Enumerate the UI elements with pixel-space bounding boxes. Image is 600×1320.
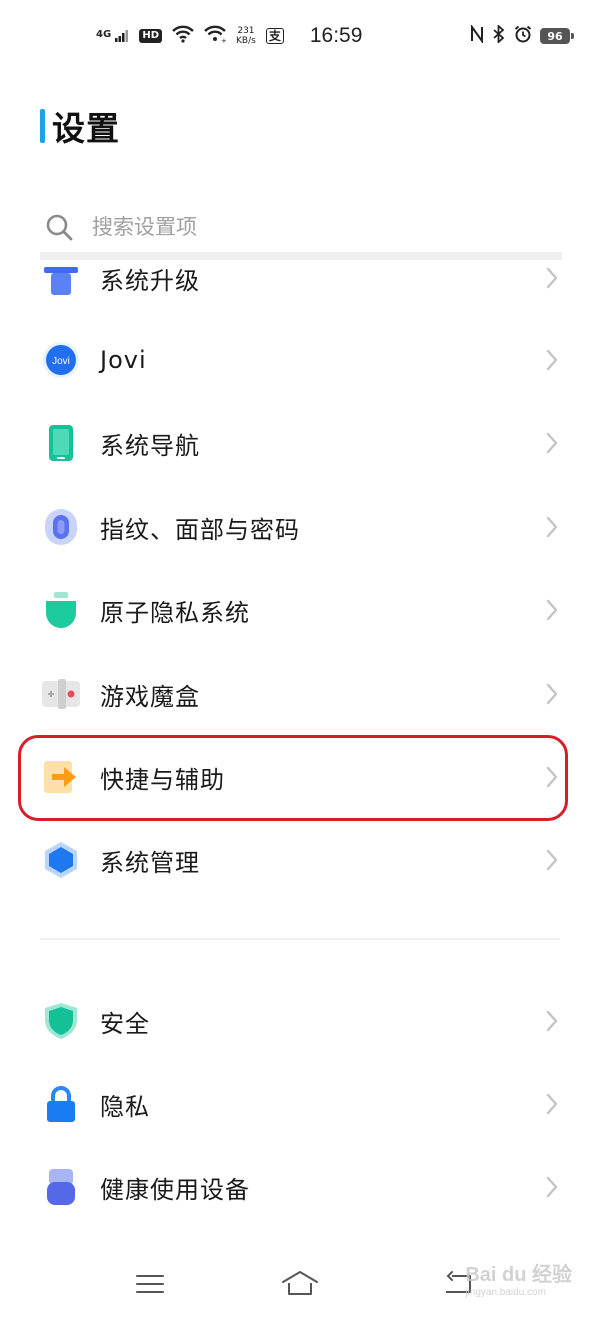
status-left: 4G HD + 231 KB/s 支 16:59: [96, 22, 362, 50]
privacy-lock-icon: [47, 1086, 75, 1122]
game-box-icon: [42, 679, 80, 709]
chevron-right-icon: [546, 599, 558, 621]
chevron-right-icon: [546, 1010, 558, 1032]
jovi-icon: Jovi: [43, 342, 79, 378]
status-bar: 4G HD + 231 KB/s 支 16:59 96: [0, 0, 600, 72]
list-item-label: 指纹、面部与密码: [100, 515, 300, 544]
wifi-icon: +: [204, 25, 227, 47]
healthy-usage-icon: [47, 1169, 75, 1205]
network-type: 4G: [96, 29, 112, 40]
list-item-label: 游戏魔盒: [100, 682, 200, 711]
title-bar: 设置: [40, 106, 120, 148]
security-shield-icon: [45, 1003, 77, 1039]
list-item-privacy[interactable]: 隐私: [0, 1062, 600, 1146]
list-item-system-management[interactable]: 系统管理: [0, 818, 600, 902]
status-right: 96: [470, 22, 574, 50]
jovi-icon-text: Jovi: [52, 356, 70, 367]
list-item-fingerprint-face-password[interactable]: 指纹、面部与密码: [0, 485, 600, 569]
chevron-right-icon: [546, 432, 558, 454]
list-item-healthy-usage[interactable]: 健康使用设备: [0, 1145, 600, 1229]
menu-icon[interactable]: [130, 1266, 170, 1302]
title-accent-bar: [40, 109, 45, 143]
list-item-label: 健康使用设备: [100, 1175, 250, 1204]
chevron-right-icon: [546, 1176, 558, 1198]
list-item-jovi[interactable]: Jovi Jovi: [0, 318, 600, 402]
battery-icon: 96: [540, 28, 574, 44]
chevron-right-icon: [546, 516, 558, 538]
chevron-right-icon: [546, 267, 558, 289]
section-divider: [40, 938, 560, 940]
net-speed-unit: KB/s: [236, 36, 256, 46]
search-bar[interactable]: [40, 204, 560, 250]
system-navigation-icon: [49, 425, 73, 461]
system-upgrade-icon: [44, 267, 78, 295]
net-speed-value: 231: [237, 26, 255, 36]
list-item-security[interactable]: 安全: [0, 979, 600, 1063]
chevron-right-icon: [546, 683, 558, 705]
hd-icon: HD: [139, 29, 163, 43]
list-item-label: 安全: [100, 1009, 150, 1038]
watermark-sub: jingyan.baidu.com: [465, 1287, 546, 1298]
highlight-annotation: [18, 735, 568, 821]
system-management-icon: [45, 842, 77, 878]
list-item-game-box[interactable]: 游戏魔盒: [0, 652, 600, 736]
list-item-atom-privacy[interactable]: 原子隐私系统: [0, 568, 600, 652]
home-icon[interactable]: [280, 1266, 320, 1302]
status-time: 16:59: [309, 24, 363, 47]
page-title: 设置: [52, 109, 120, 148]
nfc-icon: [470, 23, 484, 47]
chevron-right-icon: [546, 849, 558, 871]
signal-4g-icon: 4G: [96, 30, 129, 42]
chevron-right-icon: [546, 1093, 558, 1115]
list-item-label: 原子隐私系统: [100, 598, 250, 627]
atom-privacy-icon: [46, 592, 76, 628]
list-item-system-upgrade[interactable]: 系统升级: [0, 260, 600, 296]
list-item-label: 系统管理: [100, 848, 200, 877]
chevron-right-icon: [546, 349, 558, 371]
wifi-icon: [172, 25, 194, 47]
search-icon: [46, 214, 73, 241]
svg-text:+: +: [221, 37, 226, 43]
list-item-system-navigation[interactable]: 系统导航: [0, 401, 600, 485]
fingerprint-icon: [45, 509, 77, 545]
bluetooth-icon: [492, 23, 506, 47]
net-speed: 231 KB/s: [236, 26, 256, 46]
list-item-label: Jovi: [100, 346, 147, 374]
alarm-icon: [514, 25, 532, 47]
list-item-label: 隐私: [100, 1092, 150, 1121]
list-item-label: 系统导航: [100, 431, 200, 460]
search-input[interactable]: [92, 215, 512, 239]
alipay-icon: 支: [265, 28, 284, 44]
watermark-text: Bai du 经验: [465, 1264, 572, 1286]
list-item-label: 系统升级: [100, 266, 200, 295]
watermark: Bai du 经验 jingyan.baidu.com: [465, 1258, 572, 1298]
search-divider: [40, 252, 562, 260]
